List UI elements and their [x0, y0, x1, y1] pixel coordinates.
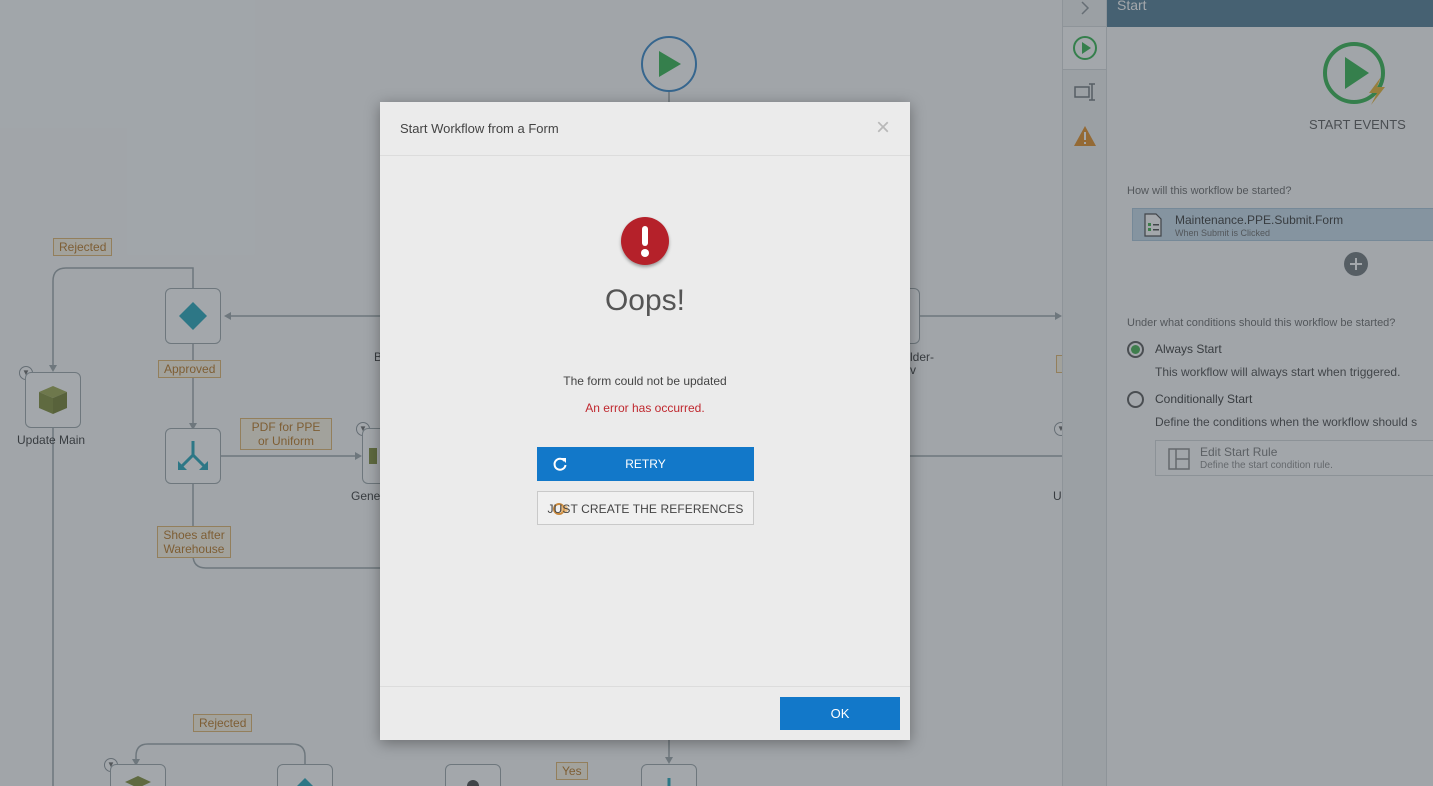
just-create-references-button[interactable]: JUST CREATE THE REFERENCES [537, 491, 754, 525]
dialog-header: Start Workflow from a Form × [380, 102, 910, 156]
error-message: The form could not be updated [563, 374, 727, 388]
start-workflow-dialog: Start Workflow from a Form × Oops! The f… [380, 102, 910, 740]
ok-button[interactable]: OK [780, 697, 900, 730]
error-detail: An error has occurred. [585, 401, 705, 415]
close-icon[interactable]: × [876, 116, 890, 140]
dialog-title: Start Workflow from a Form [400, 121, 559, 136]
retry-button[interactable]: RETRY [537, 447, 754, 481]
error-icon [621, 217, 669, 265]
error-heading: Oops! [604, 284, 686, 317]
just-create-references-label: JUST CREATE THE REFERENCES [547, 502, 744, 516]
retry-label: RETRY [625, 457, 666, 471]
